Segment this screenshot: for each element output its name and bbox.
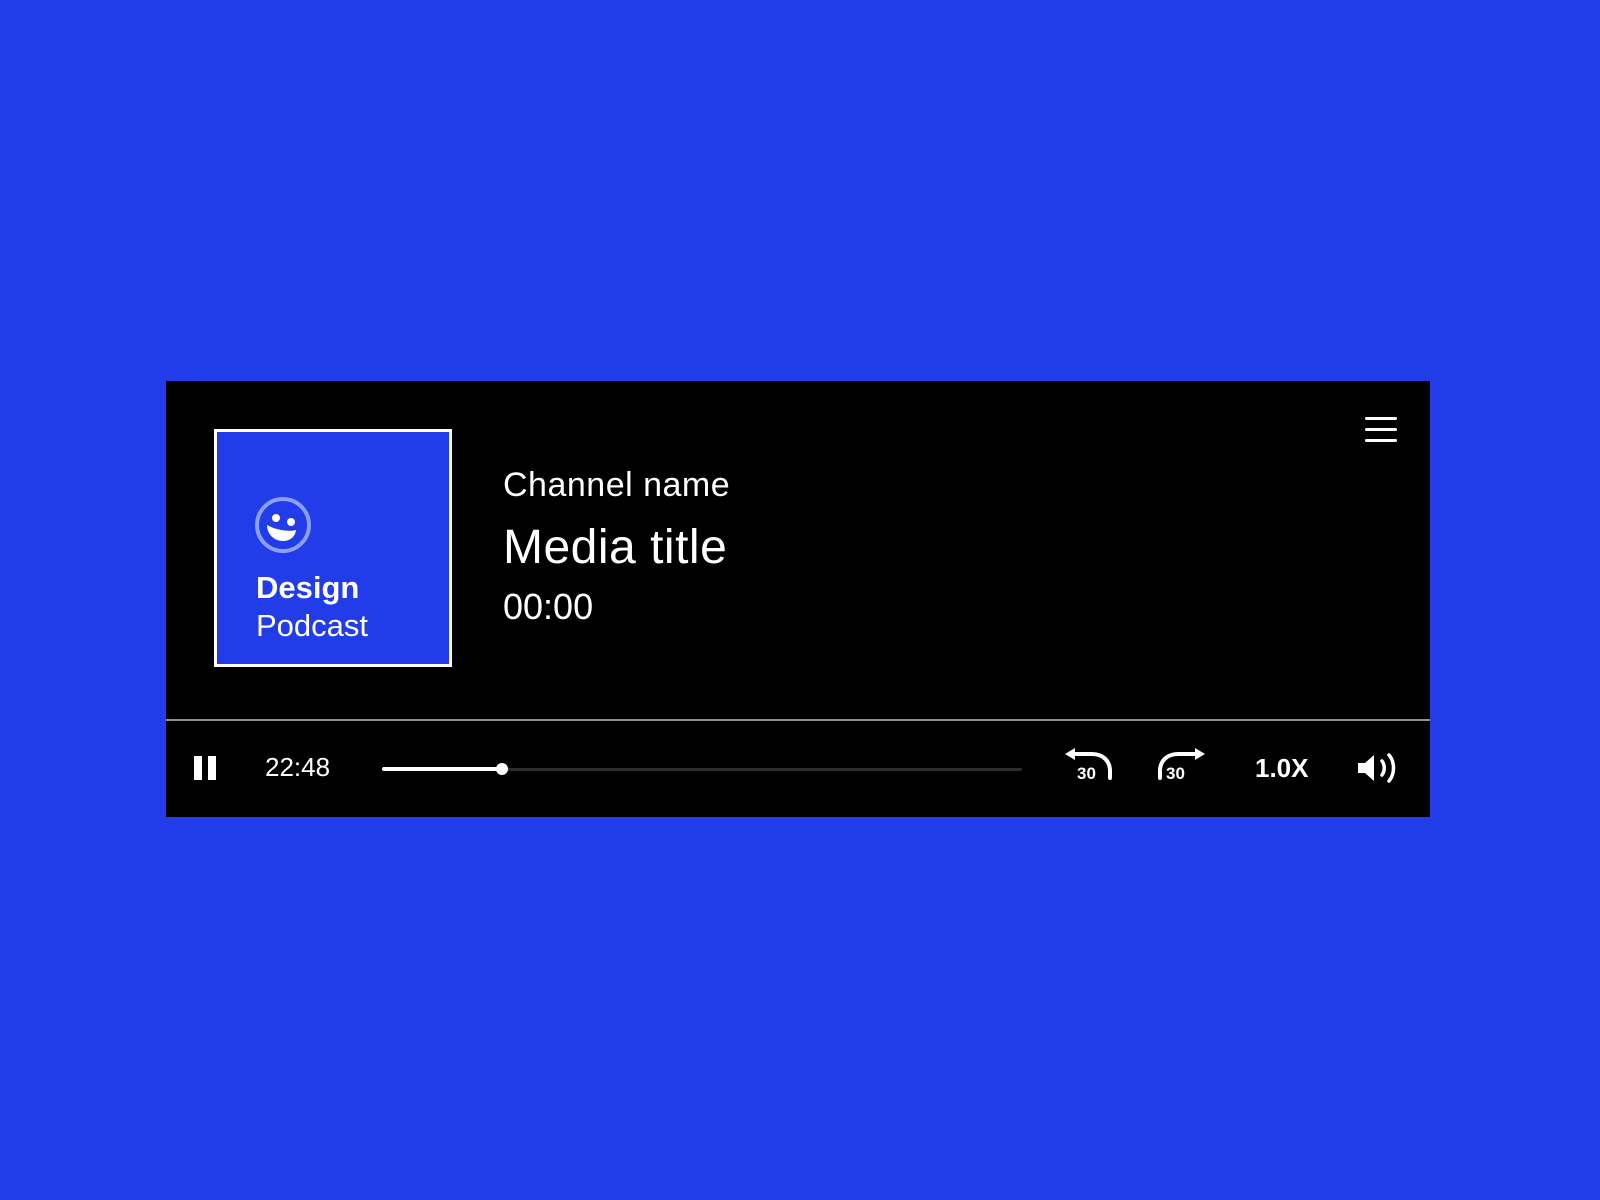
player-header: Design Podcast Channel name Media title … <box>166 381 1430 720</box>
audio-player: Design Podcast Channel name Media title … <box>166 381 1430 817</box>
forward-seconds-label: 30 <box>1166 764 1185 783</box>
rewind-30-button[interactable]: 30 <box>1062 747 1114 787</box>
cover-art: Design Podcast <box>214 429 452 667</box>
control-bar: 22:48 30 30 1.0X <box>166 721 1430 817</box>
hamburger-menu-icon[interactable] <box>1364 413 1398 447</box>
rewind-seconds-label: 30 <box>1077 764 1096 783</box>
cover-title: Design <box>256 570 360 605</box>
media-info: Channel name Media title 00:00 <box>503 465 730 627</box>
media-title: Media title <box>503 521 728 574</box>
pause-icon[interactable] <box>193 755 217 781</box>
forward-30-button[interactable]: 30 <box>1156 747 1208 787</box>
seek-progress <box>382 767 503 771</box>
current-time: 22:48 <box>265 752 331 782</box>
seek-slider[interactable] <box>382 757 1022 781</box>
smile-icon <box>255 497 311 553</box>
cover-subtitle: Podcast <box>256 608 369 643</box>
seek-thumb[interactable] <box>496 763 509 775</box>
volume-icon[interactable] <box>1356 751 1398 785</box>
elapsed-time: 00:00 <box>503 586 594 627</box>
channel-name: Channel name <box>503 466 731 504</box>
playback-speed-button[interactable]: 1.0X <box>1255 753 1309 783</box>
